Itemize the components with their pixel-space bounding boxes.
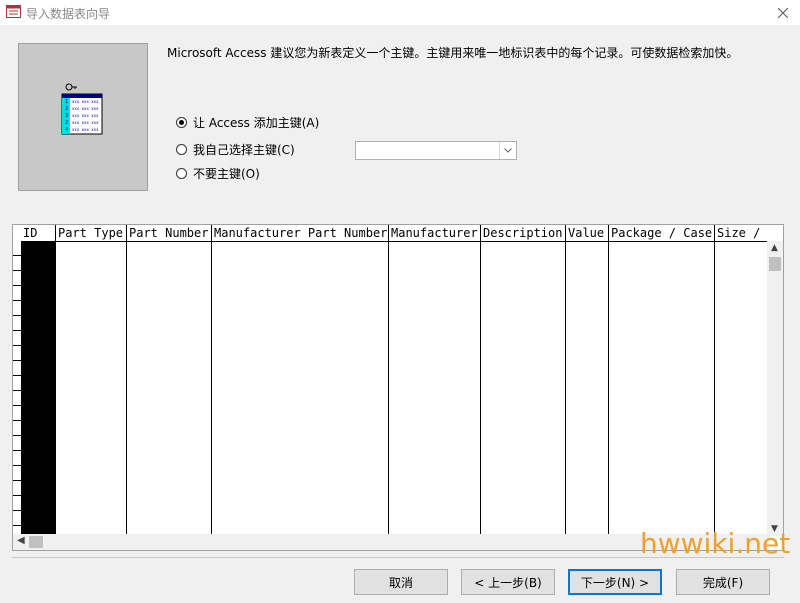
icon-row-2: 2: [65, 106, 68, 112]
radio-button[interactable]: [176, 167, 187, 179]
close-icon: [778, 7, 788, 18]
icon-row-5: 4: [65, 127, 68, 133]
row-selector[interactable]: [13, 316, 21, 331]
row-selector[interactable]: [13, 496, 21, 511]
radio-label: 不要主键(O): [193, 166, 260, 181]
data-preview-grid[interactable]: ID Part Type Part Number Manufacturer Pa…: [12, 224, 784, 551]
scroll-up-icon[interactable]: ▲: [771, 243, 778, 253]
icon-cell-text: xxx xxx xxx: [72, 99, 99, 104]
column-header-manufacturer[interactable]: Manufacturer: [389, 225, 481, 241]
next-button[interactable]: 下一步(N) >: [568, 569, 662, 595]
icon-cell-text: xxx xxx xxx: [72, 127, 99, 132]
column-headers: ID Part Type Part Number Manufacturer Pa…: [21, 225, 767, 242]
column-header-part-number[interactable]: Part Number: [127, 225, 212, 241]
column-header-value[interactable]: Value: [566, 225, 609, 241]
horizontal-scroll-thumb[interactable]: [29, 536, 43, 548]
row-selector[interactable]: [13, 466, 21, 481]
row-selector[interactable]: [13, 391, 21, 406]
column-header-manufacturer-part-number[interactable]: Manufacturer Part Number: [212, 225, 389, 241]
window-title: 导入数据表向导: [26, 7, 111, 21]
column-part-number[interactable]: [127, 241, 212, 536]
row-selector[interactable]: [13, 286, 21, 301]
column-header-size[interactable]: Size /: [715, 225, 767, 241]
vertical-scrollbar[interactable]: ▲ ▼: [767, 241, 783, 536]
scroll-left-icon[interactable]: ◀: [17, 535, 25, 546]
icon-row-1: 1: [65, 99, 68, 105]
back-button[interactable]: < 上一步(B): [461, 569, 555, 595]
column-id-selected[interactable]: [21, 241, 56, 536]
row-selector[interactable]: [13, 406, 21, 421]
column-manufacturer-part-number[interactable]: [212, 241, 389, 536]
radio-label: 我自己选择主键(C): [193, 142, 295, 157]
row-selector[interactable]: [13, 256, 21, 271]
row-selector[interactable]: [13, 331, 21, 346]
column-size[interactable]: [715, 241, 767, 536]
dropdown-button[interactable]: [499, 142, 516, 159]
column-package-case[interactable]: [609, 241, 715, 536]
access-form-icon: [6, 5, 21, 18]
icon-cell-text: xxx xxx xxx: [72, 113, 99, 118]
row-selector[interactable]: [13, 241, 21, 256]
column-part-type[interactable]: [56, 241, 127, 536]
vertical-scroll-thumb[interactable]: [769, 257, 781, 271]
icon-cell-text: xxx xxx xxx: [72, 106, 99, 111]
row-selector[interactable]: [13, 511, 21, 526]
column-header-id[interactable]: ID: [21, 225, 56, 241]
row-selector[interactable]: [13, 271, 21, 286]
primary-key-dropdown[interactable]: [355, 141, 517, 160]
radio-button-checked[interactable]: [176, 116, 187, 128]
row-selector[interactable]: [13, 481, 21, 496]
row-selector[interactable]: [13, 451, 21, 466]
radio-add-primary-key[interactable]: 让 Access 添加主键(A): [176, 114, 319, 130]
preview-panel: 1 2 3 2 4 xxx xxx xxx xxx xxx xxx xxx xx…: [18, 43, 148, 191]
row-selector[interactable]: [13, 346, 21, 361]
column-description[interactable]: [481, 241, 566, 536]
radio-button[interactable]: [176, 143, 187, 155]
icon-row-4: 2: [65, 120, 68, 126]
title-bar: 导入数据表向导: [0, 0, 800, 25]
watermark: hwwiki.net: [640, 527, 791, 560]
row-selector[interactable]: [13, 361, 21, 376]
row-selector[interactable]: [13, 436, 21, 451]
row-selector[interactable]: [13, 421, 21, 436]
chevron-down-icon: [504, 148, 512, 153]
description-text: Microsoft Access 建议您为新表定义一个主键。主键用来唯一地标识表…: [167, 46, 739, 60]
row-selector[interactable]: [13, 376, 21, 391]
radio-label: 让 Access 添加主键(A): [193, 115, 320, 130]
cancel-button[interactable]: 取消: [354, 569, 448, 595]
close-button[interactable]: [766, 0, 800, 25]
finish-button[interactable]: 完成(F): [676, 569, 770, 595]
column-header-description[interactable]: Description: [481, 225, 566, 241]
icon-cell-text: xxx xxx xxx: [72, 120, 99, 125]
primary-key-table-icon: 1 2 3 2 4 xxx xxx xxx xxx xxx xxx xxx xx…: [61, 83, 103, 135]
radio-choose-primary-key[interactable]: 我自己选择主键(C): [176, 141, 295, 157]
column-manufacturer[interactable]: [389, 241, 481, 536]
column-value[interactable]: [566, 241, 609, 536]
icon-row-3: 3: [65, 113, 68, 119]
grid-body: [21, 241, 767, 536]
radio-no-primary-key[interactable]: 不要主键(O): [176, 165, 260, 181]
column-header-part-type[interactable]: Part Type: [56, 225, 127, 241]
column-header-package-case[interactable]: Package / Case: [609, 225, 715, 241]
row-selector[interactable]: [13, 301, 21, 316]
